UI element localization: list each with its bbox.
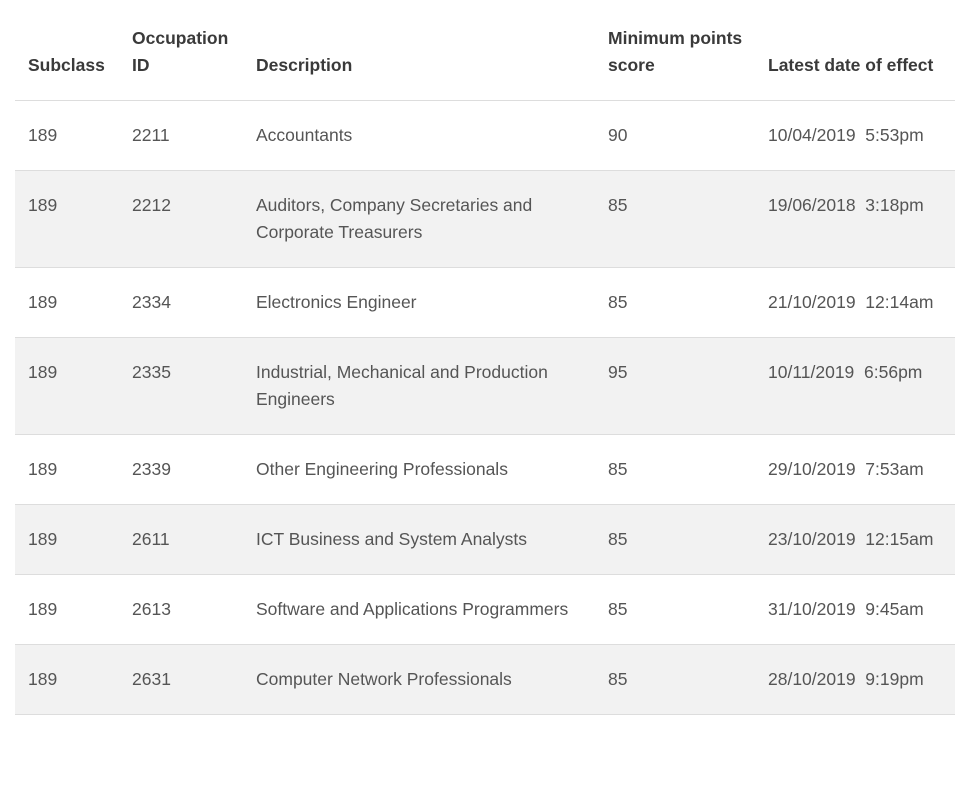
cell-description: Industrial, Mechanical and Production En…	[243, 337, 595, 435]
cell-subclass: 189	[15, 267, 119, 338]
cell-occupation-id: 2212	[119, 170, 243, 268]
cell-latest-date: 28/10/2019 9:19pm	[755, 644, 955, 715]
cell-minimum-points: 95	[595, 337, 755, 435]
cell-description: Software and Applications Programmers	[243, 574, 595, 645]
cell-minimum-points: 85	[595, 170, 755, 268]
cell-minimum-points: 85	[595, 574, 755, 645]
cell-minimum-points: 90	[595, 100, 755, 171]
cell-latest-date: 19/06/2018 3:18pm	[755, 170, 955, 268]
cell-minimum-points: 85	[595, 644, 755, 715]
cell-description: Other Engineering Professionals	[243, 434, 595, 505]
cell-subclass: 189	[15, 337, 119, 435]
cell-latest-date: 23/10/2019 12:15am	[755, 504, 955, 575]
cell-occupation-id: 2211	[119, 100, 243, 171]
cell-subclass: 189	[15, 100, 119, 171]
table-row: 189 2334 Electronics Engineer 85 21/10/2…	[15, 267, 955, 338]
cell-subclass: 189	[15, 644, 119, 715]
cell-occupation-id: 2611	[119, 504, 243, 575]
cell-description: Computer Network Professionals	[243, 644, 595, 715]
table-row: 189 2335 Industrial, Mechanical and Prod…	[15, 337, 955, 435]
cell-latest-date: 10/11/2019 6:56pm	[755, 337, 955, 435]
cell-latest-date: 29/10/2019 7:53am	[755, 434, 955, 505]
table-row: 189 2212 Auditors, Company Secretaries a…	[15, 170, 955, 268]
cell-minimum-points: 85	[595, 434, 755, 505]
header-description[interactable]: Description	[243, 0, 595, 101]
cell-latest-date: 21/10/2019 12:14am	[755, 267, 955, 338]
header-latest-date[interactable]: Latest date of effect	[755, 0, 955, 101]
table-row: 189 2613 Software and Applications Progr…	[15, 574, 955, 645]
cell-description: Auditors, Company Secretaries and Corpor…	[243, 170, 595, 268]
cell-minimum-points: 85	[595, 267, 755, 338]
cell-subclass: 189	[15, 434, 119, 505]
table-row: 189 2611 ICT Business and System Analyst…	[15, 504, 955, 575]
cell-description: Accountants	[243, 100, 595, 171]
header-minimum-points[interactable]: Minimum points score	[595, 0, 755, 101]
cell-occupation-id: 2631	[119, 644, 243, 715]
header-subclass[interactable]: Subclass	[15, 0, 119, 101]
table-body: 189 2211 Accountants 90 10/04/2019 5:53p…	[15, 100, 955, 715]
cell-occupation-id: 2335	[119, 337, 243, 435]
occupation-table: Subclass Occupation ID Description Minim…	[15, 0, 955, 715]
cell-minimum-points: 85	[595, 504, 755, 575]
cell-occupation-id: 2334	[119, 267, 243, 338]
table-header: Subclass Occupation ID Description Minim…	[15, 0, 955, 101]
cell-subclass: 189	[15, 574, 119, 645]
cell-description: ICT Business and System Analysts	[243, 504, 595, 575]
cell-subclass: 189	[15, 170, 119, 268]
cell-occupation-id: 2613	[119, 574, 243, 645]
cell-subclass: 189	[15, 504, 119, 575]
cell-occupation-id: 2339	[119, 434, 243, 505]
table-row: 189 2631 Computer Network Professionals …	[15, 644, 955, 715]
header-occupation-id[interactable]: Occupation ID	[119, 0, 243, 101]
table-row: 189 2211 Accountants 90 10/04/2019 5:53p…	[15, 100, 955, 171]
header-row: Subclass Occupation ID Description Minim…	[15, 0, 955, 101]
cell-latest-date: 10/04/2019 5:53pm	[755, 100, 955, 171]
cell-description: Electronics Engineer	[243, 267, 595, 338]
cell-latest-date: 31/10/2019 9:45am	[755, 574, 955, 645]
table-row: 189 2339 Other Engineering Professionals…	[15, 434, 955, 505]
